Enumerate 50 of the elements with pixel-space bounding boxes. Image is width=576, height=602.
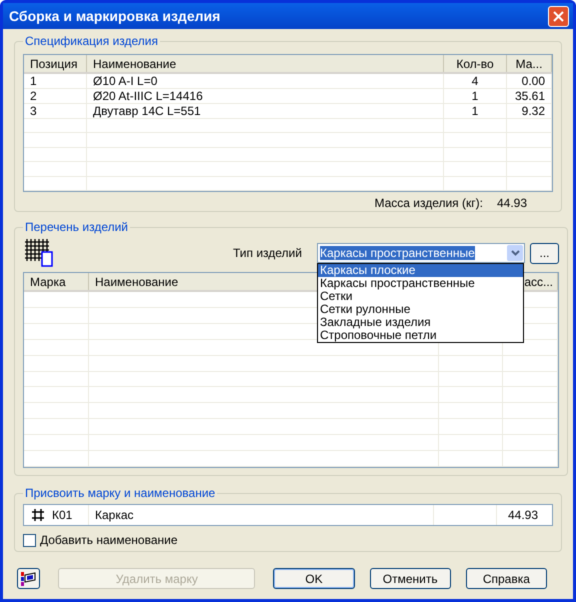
column-header[interactable]: Позиция [24,55,87,72]
table-cell: 35.61 [507,89,552,103]
type-label: Тип изделий [233,245,303,262]
table-cell: 1 [444,89,507,103]
mass-value: 44.93 [496,195,527,212]
dropdown-option[interactable]: Закладные изделия [318,316,523,329]
flag-button[interactable] [17,568,40,589]
column-header[interactable]: Марка [30,272,66,290]
table-cell: 3 [24,104,87,118]
checkbox-label: Добавить наименование [40,532,178,549]
grid-icon [32,509,44,521]
checkbox[interactable] [23,534,36,546]
close-button[interactable] [548,6,569,26]
group-title: Перечень изделий [24,219,130,236]
chevron-icon [510,250,520,256]
table-cell: 1 [24,74,87,88]
dialog-button[interactable]: OK [273,568,355,589]
window-title: Сборка и маркировка изделия [8,6,220,26]
type-combo[interactable]: Каркасы пространственные [317,243,525,263]
group-title: Присвоить марку и наименование [24,485,216,502]
dropdown-option[interactable]: Сетки рулонные [318,303,523,316]
dropdown-button[interactable] [507,245,523,261]
column-header[interactable]: Наименование [95,272,178,290]
dialog-button[interactable]: Отменить [370,568,451,589]
mass-text: 44.93 [508,508,538,522]
mass-label: Масса изделия (кг): [374,195,483,212]
table-cell: 9.32 [507,104,552,118]
dialog-button[interactable]: Справка [466,568,547,589]
dropdown-option[interactable]: Сетки [318,290,523,303]
group-title: Спецификация изделия [24,33,160,50]
dropdown-option[interactable]: Каркасы плоские [318,264,523,277]
column-header[interactable]: Наименование [87,55,444,72]
column-header[interactable]: Кол-во [444,55,507,72]
flag-icon [20,572,37,586]
close-icon [553,10,564,22]
table-cell: 2 [24,89,87,103]
table-cell: Двутавр 14С L=551 [87,104,444,118]
table-cell: 1 [444,104,507,118]
table-cell: Ø10 A-I L=0 [87,74,444,88]
column-header[interactable]: асс... [524,272,553,290]
table-cell: 4 [444,74,507,88]
dropdown-option[interactable]: Строповочные петли [318,329,523,342]
table-cell: Ø20 At-IIIC L=14416 [87,89,444,103]
browse-button[interactable]: ... [530,242,559,264]
column-header[interactable]: Ма... [507,55,552,72]
dropdown-option[interactable]: Каркасы пространственные [318,277,523,290]
name-text: Каркас [95,507,134,524]
combo-value: Каркасы пространственные [320,245,476,262]
table-cell: 0.00 [507,74,552,88]
mark-text: К01 [52,507,72,524]
